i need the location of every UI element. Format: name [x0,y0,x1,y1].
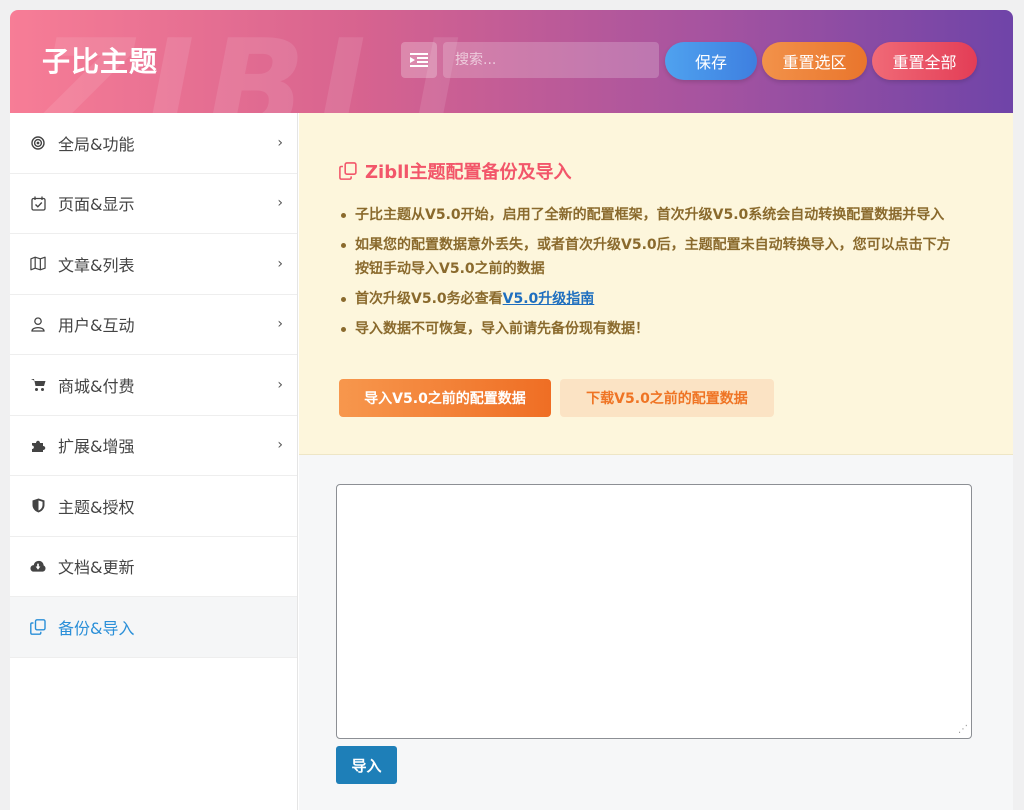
sidebar-item-label: 主题&授权 [58,497,135,517]
sidebar: 全局&功能 › 页面&显示 › 文章&列表 › 用户&互动 › 商城&付费 › … [10,113,298,810]
menu-toggle-button[interactable] [401,42,437,78]
cloud-download-icon [30,558,46,574]
sidebar-item-docs[interactable]: 文档&更新 [10,537,297,597]
chevron-right-icon: › [277,316,283,333]
notice-item: 如果您的配置数据意外丢失，或者首次升级V5.0后，主题配置未自动转换导入，您可以… [339,233,964,281]
target-icon [30,135,46,151]
indent-icon [410,53,428,67]
chevron-right-icon: › [277,437,283,454]
sidebar-item-extensions[interactable]: 扩展&增强 › [10,416,297,476]
sidebar-item-label: 扩展&增强 [58,437,135,457]
notice-item: 子比主题从V5.0开始，启用了全新的配置框架，首次升级V5.0系统会自动转换配置… [339,203,964,227]
sidebar-item-label: 文档&更新 [58,558,135,578]
map-icon [30,256,46,272]
chevron-right-icon: › [277,376,283,393]
import-old-config-button[interactable]: 导入V5.0之前的配置数据 [339,379,551,417]
copy-icon [30,618,46,635]
copy-icon [339,162,357,180]
sidebar-item-backup[interactable]: 备份&导入 [10,597,297,658]
cart-icon [30,377,46,393]
sidebar-item-users[interactable]: 用户&互动 › [10,295,297,355]
chevron-right-icon: › [277,134,283,151]
sidebar-item-global[interactable]: 全局&功能 › [10,113,297,174]
chevron-right-icon: › [277,195,283,212]
notice-title: Zibll主题配置备份及导入 [339,158,571,184]
shield-icon [30,498,46,514]
app-frame: ZIBLL 子比主题 保存 重置选区 重置全部 全局&功能 › [10,10,1013,810]
sidebar-item-posts[interactable]: 文章&列表 › [10,234,297,295]
search-input[interactable] [443,42,659,78]
header-bar: ZIBLL 子比主题 保存 重置选区 重置全部 [10,10,1013,113]
sidebar-item-label: 全局&功能 [58,134,135,154]
notice-item: 导入数据不可恢复，导入前请先备份现有数据！ [339,317,964,341]
sidebar-item-page[interactable]: 页面&显示 › [10,174,297,234]
upgrade-guide-link[interactable]: V5.0升级指南 [503,291,595,307]
notice-item: 首次升级V5.0务必查看V5.0升级指南 [339,287,964,311]
sidebar-item-license[interactable]: 主题&授权 [10,476,297,537]
logo: 子比主题 [42,45,159,78]
import-button[interactable]: 导入 [336,746,397,784]
reset-all-button[interactable]: 重置全部 [872,42,977,80]
import-data-textarea[interactable] [336,484,972,739]
puzzle-icon [30,437,46,453]
chevron-right-icon: › [277,255,283,272]
sidebar-item-shop[interactable]: 商城&付费 › [10,355,297,416]
notice-title-text: Zibll主题配置备份及导入 [365,162,572,183]
main-content: Zibll主题配置备份及导入 子比主题从V5.0开始，启用了全新的配置框架，首次… [299,113,1013,810]
sidebar-item-label: 文章&列表 [58,255,135,275]
save-button[interactable]: 保存 [665,42,757,80]
notice-list: 子比主题从V5.0开始，启用了全新的配置框架，首次升级V5.0系统会自动转换配置… [339,203,964,347]
reset-section-button[interactable]: 重置选区 [762,42,867,80]
user-icon [30,316,46,332]
sidebar-item-label: 商城&付费 [58,376,135,396]
download-old-config-button[interactable]: 下载V5.0之前的配置数据 [560,379,774,417]
sidebar-item-label: 备份&导入 [58,618,135,638]
notice-item-text: 首次升级V5.0务必查看 [355,291,503,307]
sidebar-item-label: 用户&互动 [58,316,135,336]
backup-notice-panel: Zibll主题配置备份及导入 子比主题从V5.0开始，启用了全新的配置框架，首次… [299,113,1013,455]
calendar-check-icon [30,195,46,211]
resize-handle-icon[interactable]: ⋰ [958,725,968,735]
sidebar-item-label: 页面&显示 [58,195,135,215]
